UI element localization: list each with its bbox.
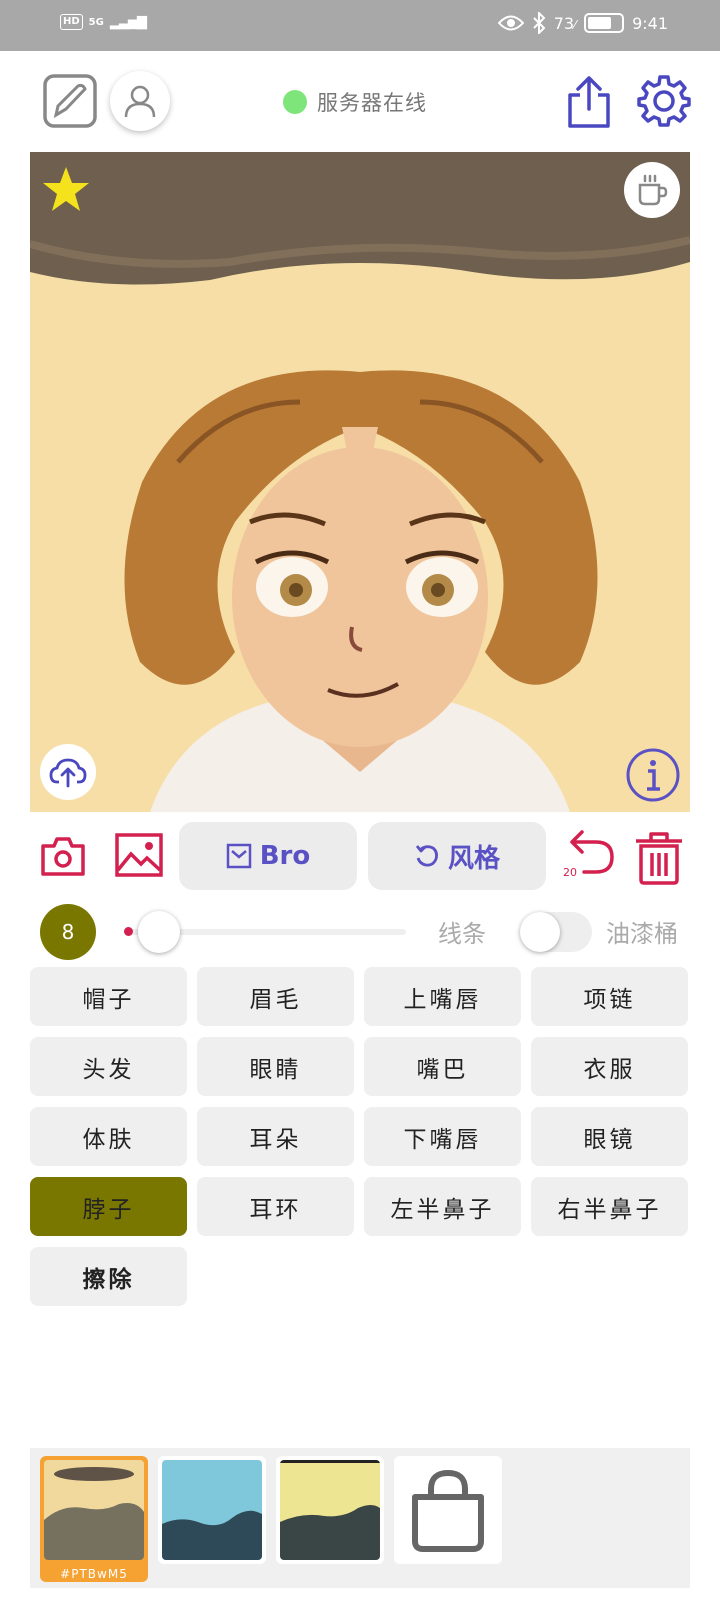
undo-count: 20 <box>563 866 577 879</box>
signal-icon: ▂▃▅▇ <box>109 14 147 30</box>
part-button[interactable]: 耳环 <box>197 1177 354 1236</box>
favorite-button[interactable] <box>40 164 92 216</box>
hd-indicator: HD <box>60 14 83 30</box>
coffee-button[interactable] <box>624 162 680 218</box>
style-label: 风格 <box>447 843 500 874</box>
bro-label: Bro <box>259 841 311 871</box>
thumbnail-tag: #PTBwM5 <box>60 1567 128 1581</box>
edit-icon <box>43 74 97 128</box>
thumbnail-image <box>44 1460 144 1560</box>
camera-icon <box>41 837 85 876</box>
bag-icon <box>412 1469 484 1552</box>
part-button[interactable]: 耳朵 <box>197 1107 354 1166</box>
trash-icon <box>636 832 682 885</box>
camera-button[interactable] <box>40 834 86 878</box>
brush-size-slider-thumb[interactable] <box>138 911 181 953</box>
part-button[interactable]: 眉毛 <box>197 967 354 1026</box>
rotate-icon <box>415 845 438 867</box>
anime-portrait-image <box>30 152 690 812</box>
gear-icon <box>637 75 691 127</box>
part-button[interactable]: 头发 <box>30 1037 187 1096</box>
history-thumbnail[interactable] <box>276 1456 384 1564</box>
part-button[interactable]: 眼睛 <box>197 1037 354 1096</box>
top-toolbar: 服务器在线 <box>0 51 720 149</box>
battery-icon <box>584 13 625 33</box>
style-button[interactable]: 风格 <box>368 822 546 890</box>
edit-button[interactable] <box>42 73 98 129</box>
user-button[interactable] <box>110 71 170 131</box>
history-thumbnail-selected[interactable]: #PTBwM5 <box>40 1456 148 1582</box>
part-button[interactable]: 体肤 <box>30 1107 187 1166</box>
gallery-button[interactable] <box>114 832 164 878</box>
checkbox-icon <box>226 843 251 869</box>
coffee-icon <box>638 174 668 206</box>
shop-button[interactable] <box>394 1456 502 1564</box>
cloud-upload-button[interactable] <box>40 744 96 800</box>
brush-size-dot <box>124 927 133 936</box>
drawing-canvas[interactable] <box>30 152 690 812</box>
brush-row: 8 线条 油漆桶 <box>0 900 720 960</box>
settings-button[interactable] <box>636 73 692 129</box>
thumbnail-image <box>280 1460 380 1560</box>
delete-button[interactable] <box>632 830 686 886</box>
history-thumbnail[interactable] <box>158 1456 266 1564</box>
bucket-mode-label: 油漆桶 <box>606 920 678 948</box>
network-indicator: 5G <box>88 16 104 28</box>
bucket-toggle-knob <box>520 912 560 952</box>
server-status-dot <box>283 90 307 114</box>
bluetooth-icon <box>532 12 546 34</box>
erase-button[interactable]: 擦除 <box>30 1247 187 1306</box>
star-icon <box>43 167 89 211</box>
share-button[interactable] <box>564 75 614 129</box>
controls-row: Bro 风格 20 <box>0 818 720 894</box>
part-button[interactable]: 上嘴唇 <box>364 967 521 1026</box>
status-bar: HD 5G ▂▃▅▇ 73⁄ 9:41 <box>0 0 720 51</box>
part-button[interactable]: 项链 <box>531 967 688 1026</box>
server-status-text: 服务器在线 <box>317 91 427 115</box>
info-button[interactable] <box>624 746 682 804</box>
user-icon <box>124 85 156 118</box>
history-gallery: #PTBwM5 <box>30 1448 690 1588</box>
clock: 9:41 <box>632 13 668 33</box>
brush-size-indicator[interactable]: 8 <box>40 904 96 960</box>
part-button-selected[interactable]: 脖子 <box>30 1177 187 1236</box>
status-right: 73⁄ 9:41 <box>497 12 668 34</box>
eye-icon <box>497 15 524 31</box>
part-button[interactable]: 帽子 <box>30 967 187 1026</box>
face-part-grid: 帽子 眉毛 上嘴唇 项链 头发 眼睛 嘴巴 衣服 体肤 耳朵 下嘴唇 眼镜 脖子… <box>30 967 690 1306</box>
bro-toggle-button[interactable]: Bro <box>179 822 357 890</box>
part-button[interactable]: 眼镜 <box>531 1107 688 1166</box>
battery-percent: 73⁄ <box>553 13 577 33</box>
part-button[interactable]: 嘴巴 <box>364 1037 521 1096</box>
cloud-upload-icon <box>49 758 87 788</box>
line-mode-label: 线条 <box>438 920 486 948</box>
part-button[interactable]: 右半鼻子 <box>531 1177 688 1236</box>
info-icon <box>626 748 680 802</box>
share-icon <box>568 76 610 128</box>
bucket-toggle[interactable] <box>520 912 592 952</box>
battery-fill <box>588 17 612 29</box>
part-button[interactable]: 下嘴唇 <box>364 1107 521 1166</box>
image-icon <box>115 833 163 877</box>
part-button[interactable]: 衣服 <box>531 1037 688 1096</box>
status-left: HD 5G ▂▃▅▇ <box>60 14 147 30</box>
server-status: 服务器在线 <box>283 87 427 117</box>
thumbnail-image <box>162 1460 262 1560</box>
part-button[interactable]: 左半鼻子 <box>364 1177 521 1236</box>
